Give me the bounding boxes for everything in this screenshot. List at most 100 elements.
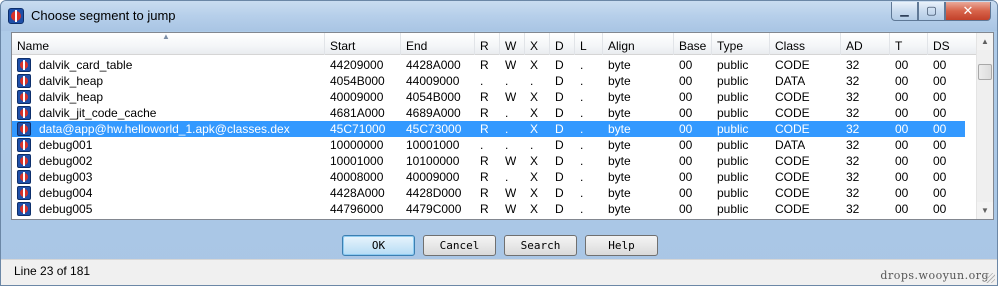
cell-type: public [717, 186, 749, 200]
cell-r: R [480, 122, 489, 136]
cell-base: 00 [679, 170, 693, 184]
title-bar[interactable]: Choose segment to jump ▁ ▢ ✕ [1, 1, 997, 31]
maximize-button[interactable]: ▢ [918, 2, 945, 21]
cell-x: X [530, 122, 539, 136]
segment-icon [17, 202, 31, 216]
table-row[interactable]: debug005 44796000 4479C000 R W X D. byte 00 publi… [12, 201, 965, 217]
close-button[interactable]: ✕ [945, 2, 991, 21]
cell-name: debug001 [39, 138, 93, 152]
cell-end: 45C73000 [406, 122, 462, 136]
cell-w: W [505, 202, 517, 216]
cell-l: . [580, 122, 584, 136]
cell-d: D [555, 154, 564, 168]
column-header-ds[interactable]: DS [928, 33, 977, 55]
cell-ad: 32 [846, 138, 860, 152]
table-row[interactable]: dalvik_heap 40009000 4054B000 R W X D. byte 00 pu… [12, 89, 965, 105]
column-header-base[interactable]: Base [674, 33, 712, 55]
table-row[interactable]: debug001 10000000 10001000... D. byte 00 publi… [12, 137, 965, 153]
column-header-l[interactable]: L [575, 33, 603, 55]
cell-class: CODE [775, 170, 810, 184]
table-row-selected[interactable]: data@app@hw.helloworld_1.apk@classes.dex… [12, 121, 965, 137]
cell-r: . [480, 74, 484, 88]
cell-d: D [555, 122, 564, 136]
cell-end: 4689A000 [406, 106, 461, 120]
cell-x: X [530, 202, 539, 216]
scroll-up-icon[interactable]: ▲ [977, 33, 993, 50]
cell-align: byte [608, 90, 631, 104]
cell-l: . [580, 74, 584, 88]
table-row[interactable]: debug003 40008000 40009000 R. X D. byte 00 publi… [12, 169, 965, 185]
cell-class: CODE [775, 106, 810, 120]
column-header-align[interactable]: Align [603, 33, 674, 55]
column-header-start[interactable]: Start [325, 33, 401, 55]
cell-align: byte [608, 170, 631, 184]
segment-icon [17, 138, 31, 152]
cell-end: 10001000 [406, 138, 460, 152]
status-bar: Line 23 of 181 drops.wooyun.org [1, 259, 997, 285]
cell-class: CODE [775, 202, 810, 216]
column-header-ad[interactable]: AD [841, 33, 890, 55]
cell-name: debug005 [39, 202, 93, 216]
cell-d: D [555, 74, 564, 88]
cell-name: dalvik_heap [39, 90, 104, 104]
ok-button[interactable]: OK [342, 235, 415, 256]
cell-ds: 00 [933, 138, 947, 152]
cell-base: 00 [679, 122, 693, 136]
cell-name: debug004 [39, 186, 93, 200]
cell-base: 00 [679, 138, 693, 152]
segment-icon [17, 186, 31, 200]
cell-t: 00 [895, 154, 909, 168]
cell-end: 4054B000 [406, 90, 461, 104]
help-button[interactable]: Help [585, 235, 658, 256]
search-button[interactable]: Search [504, 235, 577, 256]
column-header-type[interactable]: Type [712, 33, 770, 55]
cell-w: W [505, 154, 517, 168]
cell-start: 45C71000 [330, 122, 386, 136]
cell-t: 00 [895, 90, 909, 104]
column-header-r[interactable]: R [475, 33, 500, 55]
cell-class: CODE [775, 122, 810, 136]
minimize-button[interactable]: ▁ [891, 2, 918, 21]
scrollbar-thumb[interactable] [978, 64, 992, 80]
column-header-w[interactable]: W [500, 33, 525, 55]
cell-start: 10000000 [330, 138, 384, 152]
cell-ds: 00 [933, 154, 947, 168]
resize-grip-icon[interactable] [985, 273, 995, 283]
column-header-name[interactable]: Name [12, 33, 325, 55]
line-count-status: Line 23 of 181 [14, 264, 91, 278]
cell-t: 00 [895, 74, 909, 88]
segment-icon [17, 122, 31, 136]
cell-start: 10001000 [330, 154, 384, 168]
segment-jump-dialog: Choose segment to jump ▁ ▢ ✕ ▲ Name Star… [0, 0, 998, 286]
table-row[interactable]: dalvik_heap 4054B000 44009000... D. byte 00 pu… [12, 73, 965, 89]
cell-ds: 00 [933, 122, 947, 136]
cell-end: 4428A000 [406, 58, 461, 72]
cell-t: 00 [895, 202, 909, 216]
table-row[interactable]: debug004 4428A000 4428D000 R W X D. byte 00 publi… [12, 185, 965, 201]
cell-w: . [505, 74, 509, 88]
cancel-button[interactable]: Cancel [423, 235, 496, 256]
cell-x: X [530, 58, 539, 72]
cell-r: . [480, 138, 484, 152]
table-row[interactable]: debug002 10001000 10100000 R W X D. byte 00 publi… [12, 153, 965, 169]
cell-name: dalvik_jit_code_cache [39, 106, 157, 120]
cell-base: 00 [679, 186, 693, 200]
cell-t: 00 [895, 122, 909, 136]
vertical-scrollbar[interactable]: ▲ ▼ [976, 33, 993, 219]
cell-start: 4428A000 [330, 186, 385, 200]
cell-ad: 32 [846, 90, 860, 104]
cell-base: 00 [679, 58, 693, 72]
scroll-down-icon[interactable]: ▼ [977, 202, 993, 219]
column-header-t[interactable]: T [890, 33, 928, 55]
table-row[interactable]: dalvik_jit_code_cache 4681A000 4689A000 R. X… [12, 105, 965, 121]
column-header-x[interactable]: X [525, 33, 550, 55]
cell-r: R [480, 170, 489, 184]
table-row[interactable]: dalvik_card_table 44209000 4428A000 R W X D. by… [12, 57, 965, 73]
column-header-class[interactable]: Class [770, 33, 841, 55]
cell-type: public [717, 202, 749, 216]
column-header-end[interactable]: End [401, 33, 475, 55]
segment-icon [17, 90, 31, 104]
segment-list[interactable]: ▲ Name Start End R W X D L Align Base Ty… [11, 32, 994, 220]
cell-t: 00 [895, 186, 909, 200]
column-header-d[interactable]: D [550, 33, 575, 55]
